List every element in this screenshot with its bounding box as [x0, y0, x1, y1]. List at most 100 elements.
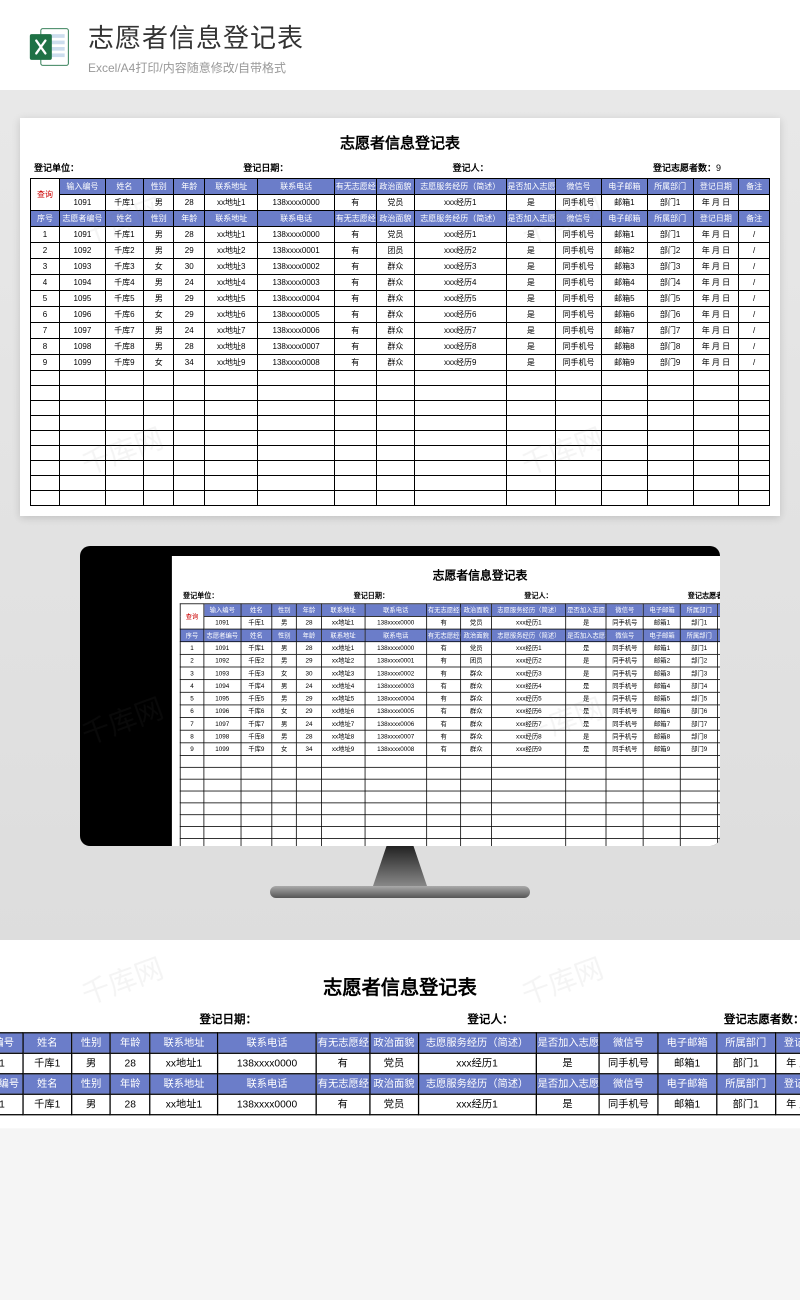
query-result-cell: 邮箱1 — [658, 1053, 717, 1073]
query-header-cell: 政治面貌 — [376, 179, 414, 195]
table-cell: 138xxxx0004 — [365, 692, 427, 705]
table-row: 71097千库7男24xx地址7138xxxx0006有群众xxx经历7是同手机… — [180, 718, 720, 731]
table-row: 91099千库9女34xx地址9138xxxx0008有群众xxx经历9是同手机… — [180, 743, 720, 756]
sheet-title: 志愿者信息登记表 — [30, 132, 770, 153]
query-button[interactable]: 查询 — [180, 604, 204, 629]
table-header-cell: 志愿服务经历（简述） — [414, 211, 506, 227]
table-cell: 1096 — [204, 705, 241, 718]
table-cell: 1091 — [60, 227, 106, 243]
table-row-empty — [180, 791, 720, 803]
table-cell: xxx经历1 — [492, 642, 566, 655]
table-cell: xxx经历6 — [414, 307, 506, 323]
query-result-cell: 是 — [566, 616, 606, 629]
table-cell: 是 — [506, 275, 556, 291]
table-header-cell: 年龄 — [111, 1074, 150, 1094]
table-row: 11091千库1男28xx地址1138xxxx0000有党员xxx经历1是同手机… — [31, 227, 770, 243]
table-cell: 是 — [536, 1094, 600, 1114]
table-cell: 是 — [566, 680, 606, 693]
query-result-cell: 28 — [174, 195, 205, 211]
table-row-empty — [31, 371, 770, 386]
sheet-title: 志愿者信息登记表 — [0, 973, 800, 1000]
table-cell: 是 — [506, 355, 556, 371]
table-cell: 同手机号 — [556, 227, 602, 243]
table-cell: 30 — [297, 667, 322, 680]
query-result-cell: 党员 — [461, 616, 492, 629]
table-row: 11091千库1男28xx地址1138xxxx0000有党员xxx经历1是同手机… — [180, 642, 720, 655]
table-cell: 29 — [297, 692, 322, 705]
table-header-cell: 电子邮箱 — [658, 1074, 717, 1094]
query-result-cell: 千库1 — [23, 1053, 72, 1073]
table-header-row: 序号志愿者编号姓名性别年龄联系地址联系电话有无志愿经验政治面貌志愿服务经历（简述… — [0, 1074, 800, 1094]
query-result-cell: 党员 — [370, 1053, 419, 1073]
query-result-cell: xxx经历1 — [414, 195, 506, 211]
table-cell: 男 — [143, 323, 174, 339]
volunteer-table: 查询输入编号姓名性别年龄联系地址联系电话有无志愿经验政治面貌志愿服务经历（简述）… — [180, 603, 720, 846]
query-header-cell: 所属部门 — [681, 604, 718, 617]
table-cell: 女 — [143, 355, 174, 371]
table-cell: xxx经历1 — [418, 1094, 535, 1114]
table-cell: 男 — [143, 339, 174, 355]
table-cell: 女 — [143, 259, 174, 275]
table-cell: 千库9 — [105, 355, 143, 371]
table-cell: 有 — [334, 339, 376, 355]
table-cell: 1094 — [60, 275, 106, 291]
table-cell: 4 — [31, 275, 60, 291]
table-cell: 同手机号 — [606, 718, 643, 731]
table-cell: 部门6 — [647, 307, 693, 323]
table-row-empty — [31, 461, 770, 476]
table-cell: 千库6 — [241, 705, 272, 718]
table-cell: 邮箱4 — [601, 275, 647, 291]
table-header-cell: 年龄 — [174, 211, 205, 227]
table-cell: 138xxxx0002 — [365, 667, 427, 680]
table-cell: 有 — [427, 743, 461, 756]
query-result-cell: 138xxxx0000 — [365, 616, 427, 629]
table-row: 41094千库4男24xx地址4138xxxx0003有群众xxx经历4是同手机… — [180, 680, 720, 693]
table-cell: 1093 — [204, 667, 241, 680]
table-cell: 邮箱1 — [601, 227, 647, 243]
meta-count-label: 登记志愿者数： — [724, 1013, 800, 1026]
table-cell: 千库6 — [105, 307, 143, 323]
meta-person-label: 登记人： — [524, 592, 552, 600]
query-result-cell: 有 — [316, 1053, 370, 1073]
table-cell: / — [739, 259, 770, 275]
table-cell: 138xxxx0007 — [365, 730, 427, 743]
meta-count-label: 登记志愿者数： — [653, 163, 716, 173]
meta-date-label: 登记日期： — [243, 163, 288, 173]
table-cell: 是 — [506, 259, 556, 275]
table-row: 31093千库3女30xx地址3138xxxx0002有群众xxx经历3是同手机… — [31, 259, 770, 275]
table-cell: 千库3 — [105, 259, 143, 275]
table-cell: 邮箱2 — [643, 654, 680, 667]
table-cell: 同手机号 — [606, 680, 643, 693]
table-cell: 千库5 — [241, 692, 272, 705]
table-cell: 2 — [180, 654, 204, 667]
query-header-row: 查询输入编号姓名性别年龄联系地址联系电话有无志愿经验政治面貌志愿服务经历（简述）… — [180, 604, 720, 617]
query-result-cell: 千库1 — [241, 616, 272, 629]
query-header-cell: 备注 — [739, 179, 770, 195]
query-result-cell: 部门1 — [716, 1053, 775, 1073]
table-cell: xx地址1 — [204, 227, 257, 243]
table-row: 41094千库4男24xx地址4138xxxx0003有群众xxx经历4是同手机… — [31, 275, 770, 291]
table-cell: 138xxxx0001 — [365, 654, 427, 667]
table-cell: 千库7 — [105, 323, 143, 339]
query-button[interactable]: 查询 — [31, 179, 60, 211]
table-row: 51095千库5男29xx地址5138xxxx0004有群众xxx经历5是同手机… — [180, 692, 720, 705]
query-result-cell: 年 月 日 — [775, 1053, 800, 1073]
table-cell: 男 — [143, 275, 174, 291]
table-cell: 年 月 日 — [693, 227, 739, 243]
query-result-cell: 部门1 — [647, 195, 693, 211]
table-header-row: 序号志愿者编号姓名性别年龄联系地址联系电话有无志愿经验政治面貌志愿服务经历（简述… — [180, 629, 720, 642]
meta-unit-label: 登记单位： — [34, 163, 79, 173]
table-header-cell: 性别 — [272, 629, 297, 642]
query-header-cell: 输入编号 — [204, 604, 241, 617]
table-cell: / — [739, 243, 770, 259]
query-result-cell: xxx经历1 — [418, 1053, 535, 1073]
table-cell: xx地址1 — [321, 642, 364, 655]
query-header-cell: 政治面貌 — [461, 604, 492, 617]
table-cell: 年 月 日 — [718, 692, 720, 705]
table-row-empty — [180, 779, 720, 791]
query-header-row: 查询输入编号姓名性别年龄联系地址联系电话有无志愿经验政治面貌志愿服务经历（简述）… — [31, 179, 770, 195]
table-cell: xxx经历5 — [492, 692, 566, 705]
table-cell: 男 — [143, 291, 174, 307]
query-header-cell: 电子邮箱 — [643, 604, 680, 617]
table-cell: 年 月 日 — [718, 718, 720, 731]
